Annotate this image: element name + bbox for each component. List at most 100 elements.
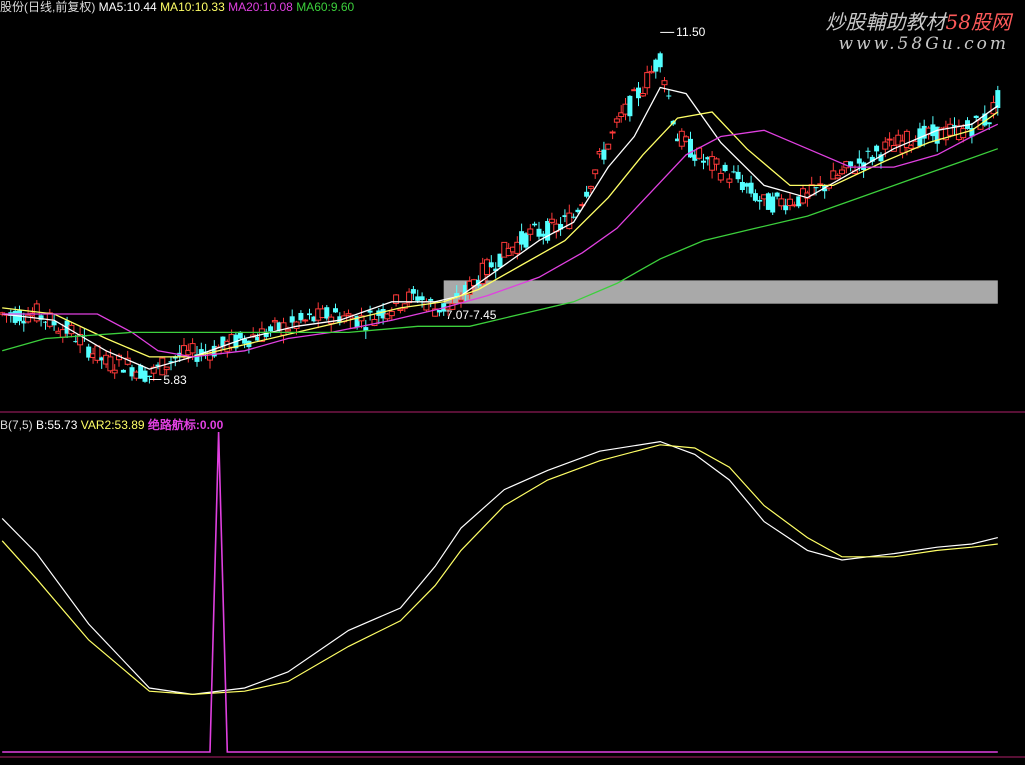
ma60-readout: MA60:9.60	[296, 0, 355, 14]
candle-body-up	[458, 299, 464, 303]
candle-body-down	[995, 90, 1001, 108]
candle-body-down	[986, 122, 992, 125]
b-readout: B:55.73	[36, 418, 78, 432]
candle-body-down	[770, 196, 776, 213]
candle-body-up	[696, 147, 703, 159]
candle-body-up	[163, 366, 170, 371]
candle-body-up	[527, 228, 534, 235]
indicator-panel-header: B(7,5) B:55.73 VAR2:53.89 绝路航标:0.00	[0, 418, 223, 432]
candle-body-down	[436, 310, 442, 313]
candle-body-up	[107, 356, 114, 372]
candle-body-down	[813, 187, 819, 189]
candle-body-down	[532, 223, 538, 226]
candle-body-up	[566, 212, 573, 230]
candle-body-down	[415, 296, 421, 301]
candle-body-down	[783, 205, 789, 211]
candle-body-down	[298, 313, 304, 321]
candle-body-down	[865, 150, 871, 152]
candle-body-down	[146, 375, 152, 377]
candle-body-up	[761, 194, 768, 200]
candle-body-up	[59, 329, 66, 338]
candle-body-up	[284, 328, 291, 332]
candle-body-up	[882, 141, 889, 150]
candle-body-down	[636, 87, 641, 99]
candle-body-up	[613, 118, 620, 123]
candle-body-up	[548, 218, 555, 223]
candle-body-down	[601, 149, 607, 160]
candle-body-up	[397, 308, 404, 312]
candle-body-down	[540, 233, 546, 237]
candle-body-down	[142, 370, 148, 382]
candle-body-up	[587, 185, 594, 189]
candle-body-down	[744, 183, 750, 187]
candle-body-up	[683, 136, 690, 142]
candle-body-up	[661, 80, 668, 86]
candle-body-up	[778, 198, 785, 207]
candle-body-up	[94, 345, 101, 361]
var2-readout: VAR2:53.89	[80, 418, 145, 432]
candle-body-up	[271, 320, 278, 323]
candle-body-down	[748, 182, 754, 194]
candle-body-down	[765, 193, 771, 210]
watermark-title-text: 炒股輔助教材	[825, 10, 946, 34]
candle-body-down	[138, 365, 144, 379]
candle-body-down	[930, 124, 936, 137]
watermark-site-name: 58股网	[945, 10, 1011, 34]
candle-body-down	[333, 308, 338, 313]
candle-body-down	[856, 158, 862, 164]
candle-body-up	[834, 174, 841, 179]
ma20-readout: MA20:10.08	[228, 0, 293, 14]
candle-body-down	[428, 299, 434, 301]
candle-body-up	[133, 371, 140, 379]
candle-body-down	[973, 115, 979, 118]
indicator-name: B(7,5)	[0, 418, 33, 432]
candle-body-up	[839, 169, 845, 175]
candle-body-up	[791, 204, 798, 207]
candle-body-down	[523, 233, 529, 248]
candle-body-down	[848, 161, 854, 167]
candle-body-up	[406, 291, 413, 304]
candle-body-up	[25, 314, 32, 323]
candle-body-up	[345, 313, 352, 316]
candle-body-down	[666, 95, 672, 97]
candle-body-down	[735, 171, 741, 180]
candle-body-down	[874, 145, 880, 152]
candle-body-up	[644, 72, 651, 89]
candle-body-down	[653, 59, 659, 72]
price-panel-header: 股份(日线,前复权) MA5:10.44 MA10:10.33 MA20:10.…	[0, 0, 354, 14]
watermark-url: www.58Gu.com	[838, 34, 1009, 54]
candle-body-up	[713, 158, 720, 165]
signal-readout: 绝路航标:0.00	[147, 418, 224, 432]
price-zone-box	[443, 280, 998, 304]
candle-body-down	[571, 216, 577, 218]
candle-body-up	[111, 369, 118, 374]
candle-body-up	[388, 310, 395, 317]
candle-body-down	[584, 191, 590, 197]
candle-body-up	[886, 138, 893, 141]
candle-body-up	[726, 178, 733, 183]
candle-body-down	[731, 171, 737, 173]
price-zone-label: 7.07-7.45	[445, 307, 497, 322]
candle-body-down	[774, 192, 780, 197]
candle-body-up	[319, 308, 326, 318]
candle-body-down	[519, 231, 525, 245]
candle-body-down	[410, 289, 416, 294]
candle-body-up	[293, 321, 300, 329]
candle-body-up	[622, 103, 629, 115]
candle-body-up	[484, 259, 490, 275]
low-price-label: 5.83	[163, 372, 187, 387]
candle-body-up	[947, 123, 954, 136]
candle-body-up	[302, 319, 309, 322]
stock-title: 股份(日线,前复权)	[0, 0, 96, 14]
price-zone-layer	[443, 280, 998, 304]
candle-body-up	[609, 131, 616, 134]
candle-body-down	[688, 138, 693, 158]
candle-body-down	[752, 193, 758, 201]
high-price-label: 11.50	[676, 25, 706, 40]
ma5-readout: MA5:10.44	[98, 0, 157, 14]
candle-body-up	[328, 316, 335, 324]
candle-body-down	[12, 310, 18, 323]
candle-body-down	[701, 160, 706, 163]
candle-body-down	[722, 164, 728, 171]
candle-body-down	[268, 326, 274, 332]
